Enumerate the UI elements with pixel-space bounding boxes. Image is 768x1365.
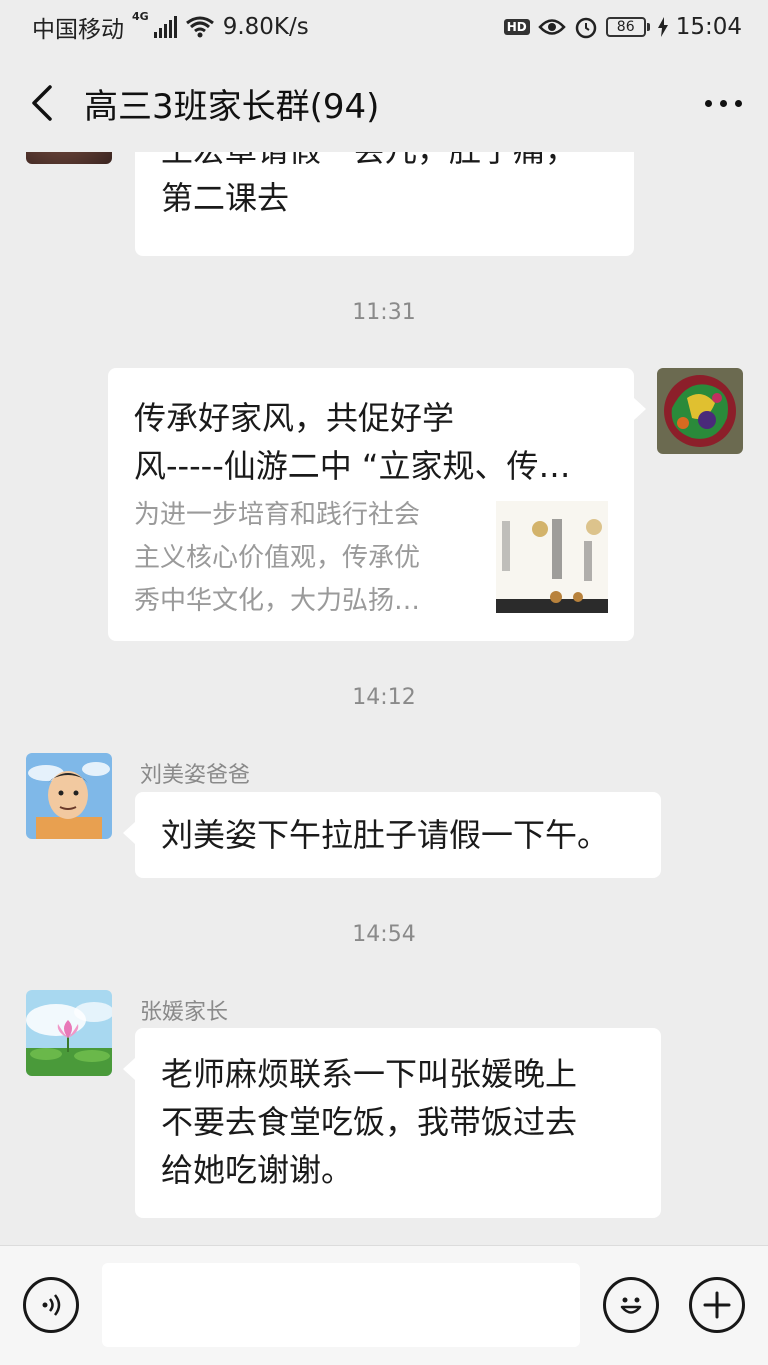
message-bubble[interactable]: 老师麻烦联系一下叫张媛晚上 不要去食堂吃饭，我带饭过去 给她吃谢谢。 — [123, 1028, 661, 1218]
title-bar: 高三3班家长群(94) — [0, 54, 768, 152]
link-title-line: 风-----仙游二中 “立家规、传… — [134, 447, 571, 485]
link-card-description: 为进一步培育和践行社会 主义核心价值观，传承优 秀中华文化，大力弘扬… — [134, 494, 474, 623]
status-bar: 中国移动 4G 9.80K/s HD 86 15:04 — [0, 0, 768, 54]
more-dots-icon — [704, 99, 712, 107]
sender-name: 刘美姿爸爸 — [140, 763, 251, 788]
clock-time: 15:04 — [675, 14, 742, 40]
charging-icon — [657, 17, 668, 37]
link-card-bubble[interactable]: 传承好家风，共促好学 风-----仙游二中 “立家规、传… 为进一步培育和践行社… — [108, 368, 646, 641]
message-text-line: 老师麻烦联系一下叫张媛晚上 — [161, 1055, 578, 1093]
message-bubble[interactable]: 王宏章请假一会儿，肚子痛， 第二课去 — [135, 152, 634, 256]
message-text: 刘美姿下午拉肚子请假一下午。 — [161, 816, 610, 854]
input-bar — [0, 1245, 768, 1365]
avatar[interactable] — [26, 990, 112, 1076]
wifi-icon — [185, 16, 214, 38]
link-desc-line: 秀中华文化，大力弘扬… — [134, 586, 421, 616]
link-card-title: 传承好家风，共促好学 风-----仙游二中 “立家规、传… — [134, 394, 604, 490]
chat-area[interactable]: 王宏章请假一会儿，肚子痛， 第二课去 11:31 传承好家风，共促好学 风---… — [0, 152, 768, 1245]
timestamp: 11:31 — [352, 300, 416, 325]
link-title-line: 传承好家风，共促好学 — [134, 399, 455, 437]
plus-button[interactable] — [689, 1277, 745, 1333]
alarm-icon — [575, 17, 596, 39]
message-text-line: 不要去食堂吃饭，我带饭过去 — [161, 1103, 578, 1141]
timestamp: 14:54 — [352, 922, 416, 947]
link-desc-line: 为进一步培育和践行社会 — [134, 500, 421, 530]
carrier-label: 中国移动 — [32, 17, 124, 43]
back-button[interactable] — [0, 54, 84, 152]
status-right: HD 86 15:04 — [503, 14, 742, 40]
more-button[interactable] — [678, 54, 768, 152]
avatar[interactable] — [26, 753, 112, 839]
chat-title: 高三3班家长群(94) — [84, 86, 380, 127]
chevron-left-icon — [32, 85, 52, 121]
message-bubble[interactable]: 刘美姿下午拉肚子请假一下午。 — [123, 792, 661, 878]
network-speed: 9.80K/s — [222, 14, 309, 40]
network-gen-label: 4G — [132, 10, 149, 23]
voice-button[interactable] — [23, 1277, 79, 1333]
battery-icon: 86 — [605, 17, 650, 37]
my-avatar[interactable] — [657, 368, 743, 454]
signal-icon — [153, 16, 177, 38]
avatar[interactable] — [26, 152, 112, 164]
link-desc-line: 主义核心价值观，传承优 — [134, 543, 421, 573]
voice-icon — [42, 1294, 61, 1316]
message-input[interactable] — [102, 1263, 580, 1347]
status-left: 中国移动 4G 9.80K/s — [32, 10, 309, 44]
message-text-line: 给她吃谢谢。 — [161, 1151, 354, 1189]
battery-level: 86 — [605, 17, 646, 37]
eye-icon — [538, 19, 566, 35]
emoji-button[interactable] — [603, 1277, 659, 1333]
sender-name: 张媛家长 — [140, 1000, 229, 1025]
message-text-line: 王宏章请假一会儿，肚子痛， — [161, 152, 608, 174]
timestamp: 14:12 — [352, 685, 416, 710]
link-card-thumbnail — [496, 501, 608, 613]
emoji-icon — [620, 1297, 642, 1314]
message-text-line: 第二课去 — [161, 179, 290, 217]
hd-badge: HD — [503, 19, 530, 35]
plus-icon — [703, 1291, 731, 1319]
